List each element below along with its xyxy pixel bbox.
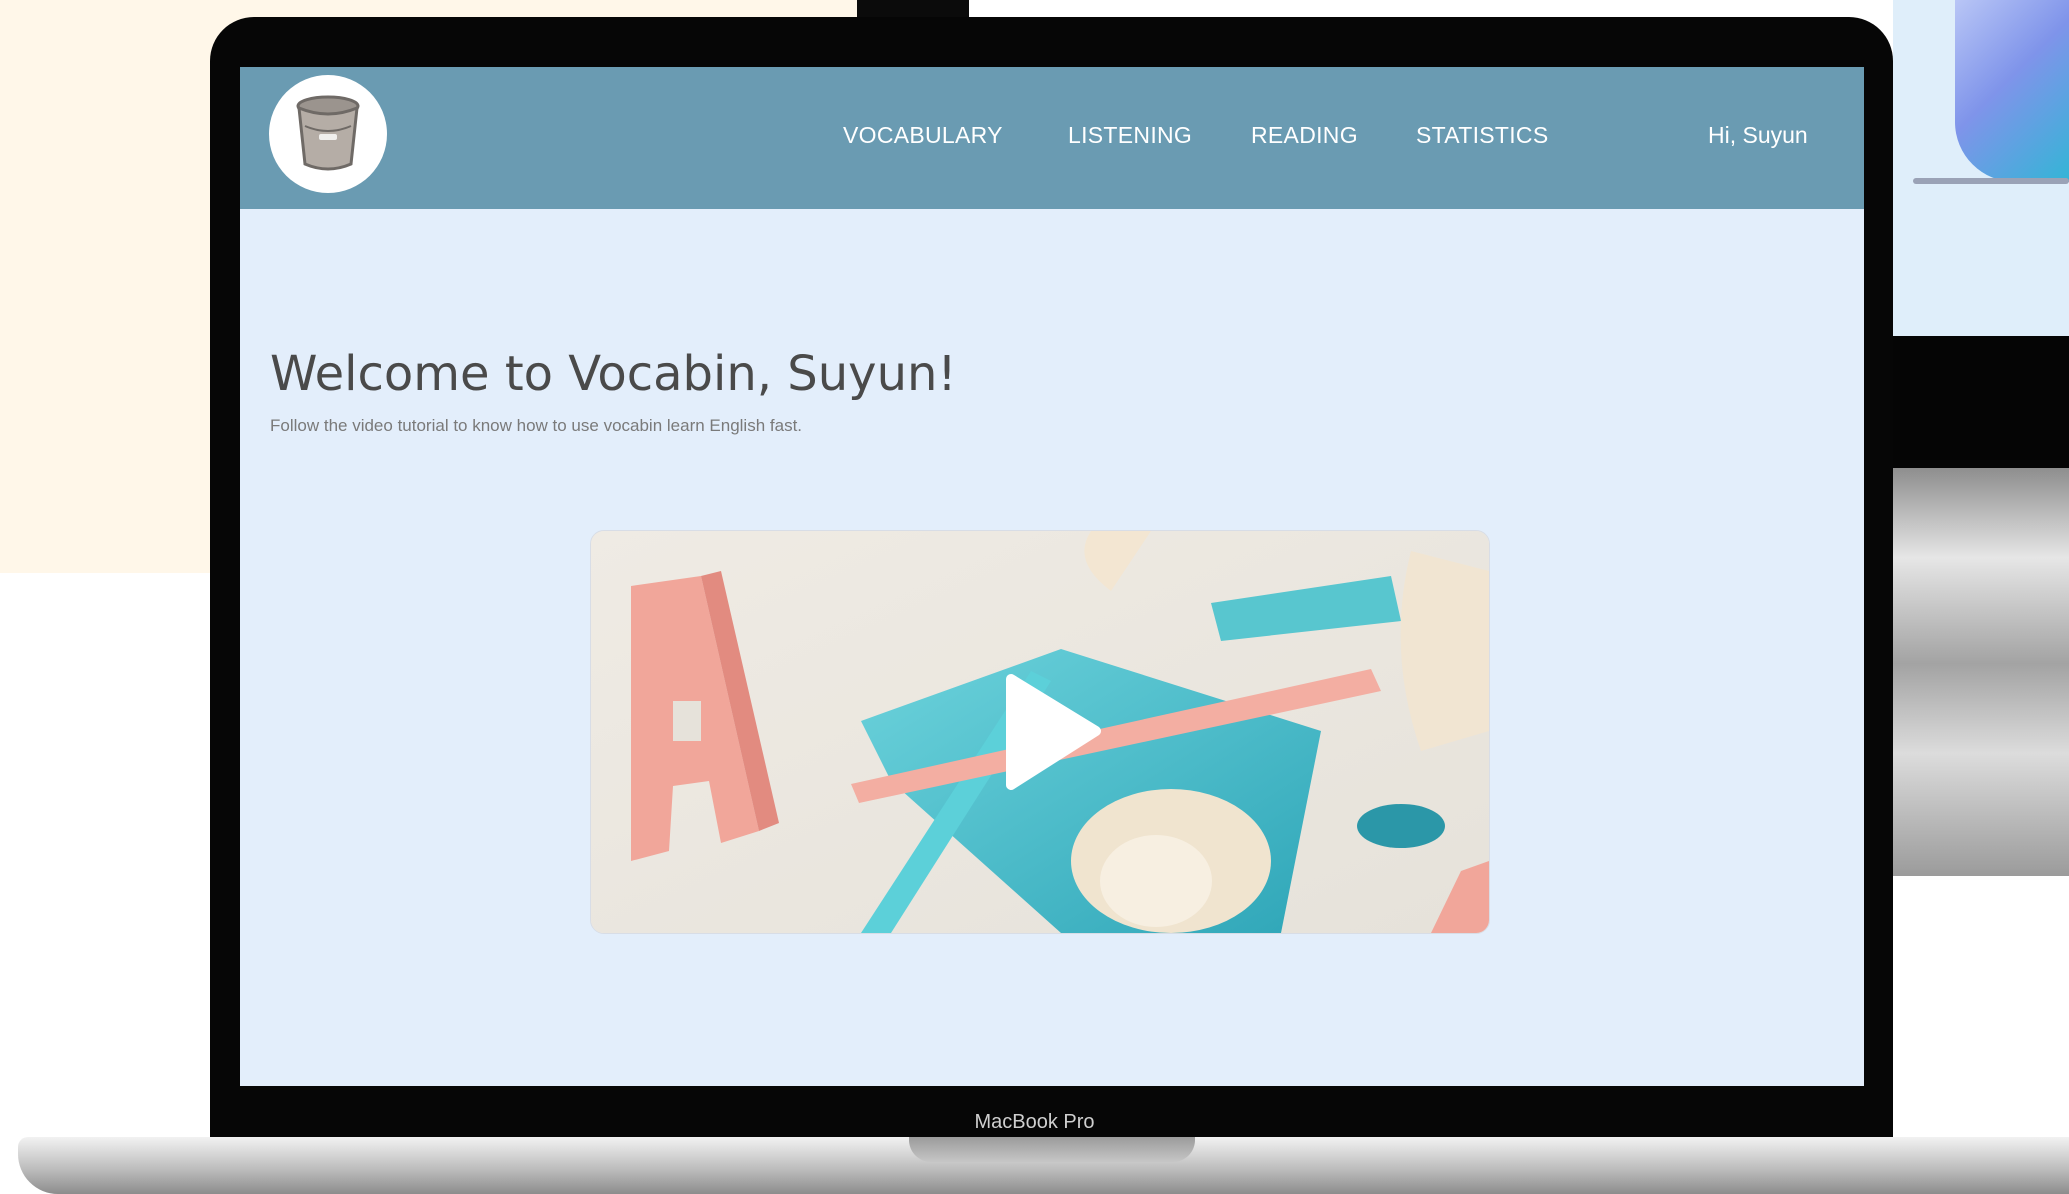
page-subtitle: Follow the video tutorial to know how to… [270, 416, 803, 435]
video-thumbnail [591, 531, 1489, 933]
nav-reading[interactable]: READING [1251, 122, 1358, 149]
background-monitor [1893, 0, 2069, 876]
logo[interactable] [269, 75, 387, 193]
tutorial-video[interactable] [590, 530, 1490, 934]
laptop-notch [909, 1137, 1195, 1162]
laptop-brand-label: MacBook Pro [974, 1111, 1095, 1133]
nav-statistics[interactable]: STATISTICS [1416, 122, 1549, 149]
monitor-stand [1893, 468, 2069, 876]
monitor-artwork [1955, 0, 2069, 182]
background-device-edge [857, 0, 969, 18]
monitor-bezel [1893, 336, 2069, 468]
nav-vocabulary[interactable]: VOCABULARY [843, 122, 1003, 149]
mockup-stage: VOCABULARY LISTENING READING STATISTICS … [0, 0, 2069, 1194]
nav-listening[interactable]: LISTENING [1068, 122, 1192, 149]
trash-bin-icon [296, 95, 360, 171]
page-title: Welcome to Vocabin, Suyun! [270, 346, 957, 402]
laptop-screen: VOCABULARY LISTENING READING STATISTICS … [240, 67, 1864, 1086]
app-header: VOCABULARY LISTENING READING STATISTICS … [240, 67, 1864, 209]
user-greeting[interactable]: Hi, Suyun [1708, 122, 1808, 149]
monitor-artwork-base [1913, 178, 2069, 184]
